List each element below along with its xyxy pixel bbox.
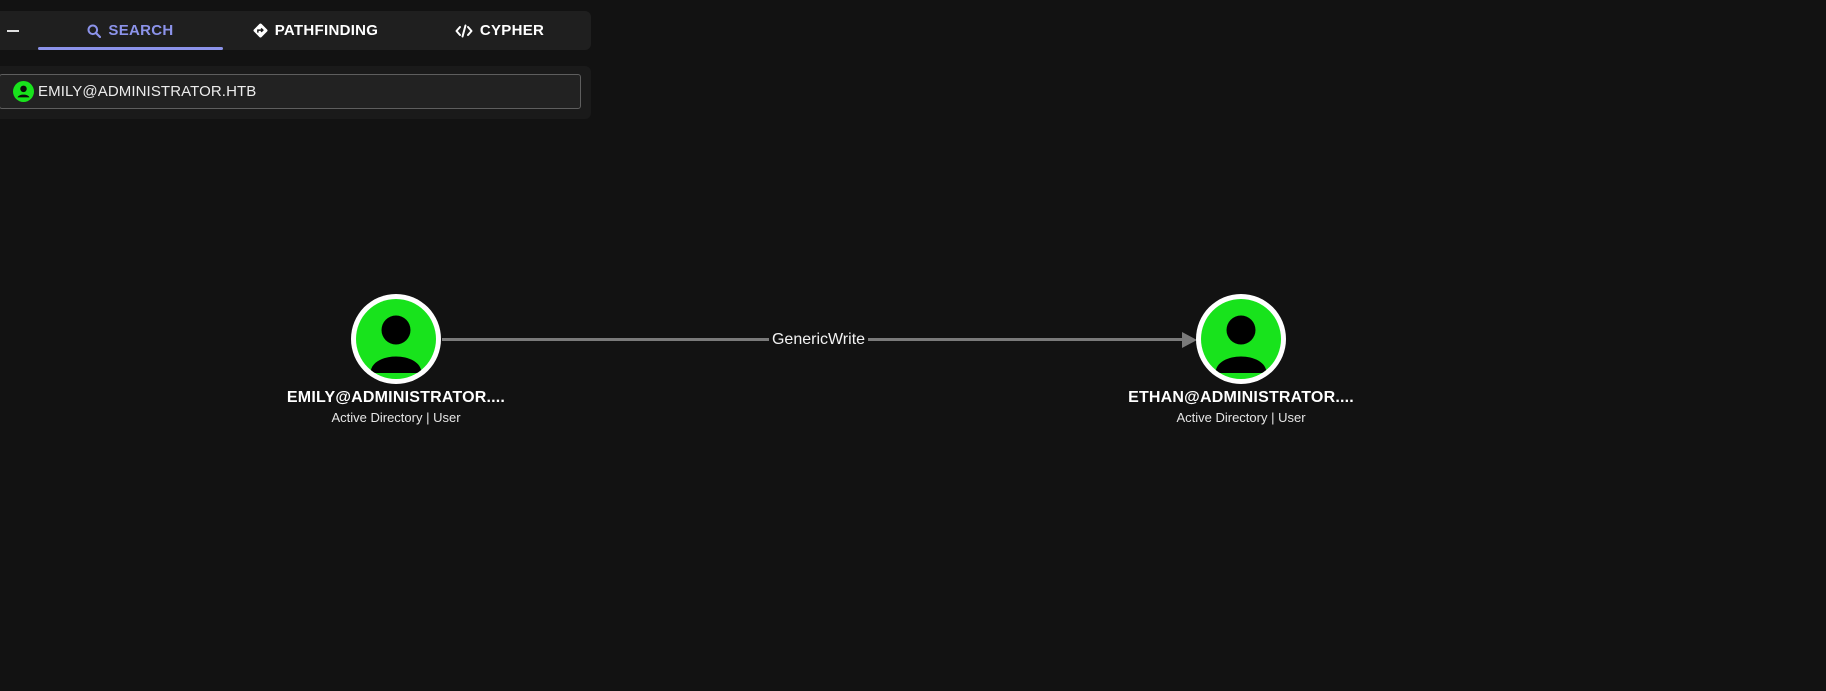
node-subtitle-emily: Active Directory | User bbox=[331, 410, 461, 425]
node-title-ethan: ETHAN@ADMINISTRATOR.... bbox=[1128, 389, 1354, 406]
graph-canvas[interactable]: GenericWrite EMILY@ADMINISTRATOR.... Act… bbox=[0, 0, 1826, 691]
edge-arrowhead bbox=[1182, 332, 1197, 348]
edge-line-right bbox=[868, 338, 1186, 341]
graph-node-ethan[interactable] bbox=[1196, 294, 1286, 384]
app-root: SEARCH PATHFINDING CYPHER EMILY@ADMINIST… bbox=[0, 0, 1826, 691]
edge-line-left bbox=[442, 338, 770, 341]
graph-node-emily[interactable] bbox=[351, 294, 441, 384]
node-title-emily: EMILY@ADMINISTRATOR.... bbox=[286, 389, 506, 406]
user-icon bbox=[1201, 299, 1281, 379]
node-subtitle-ethan: Active Directory | User bbox=[1176, 410, 1306, 425]
user-icon bbox=[356, 299, 436, 379]
edge-label-genericwrite[interactable]: GenericWrite bbox=[769, 329, 868, 351]
